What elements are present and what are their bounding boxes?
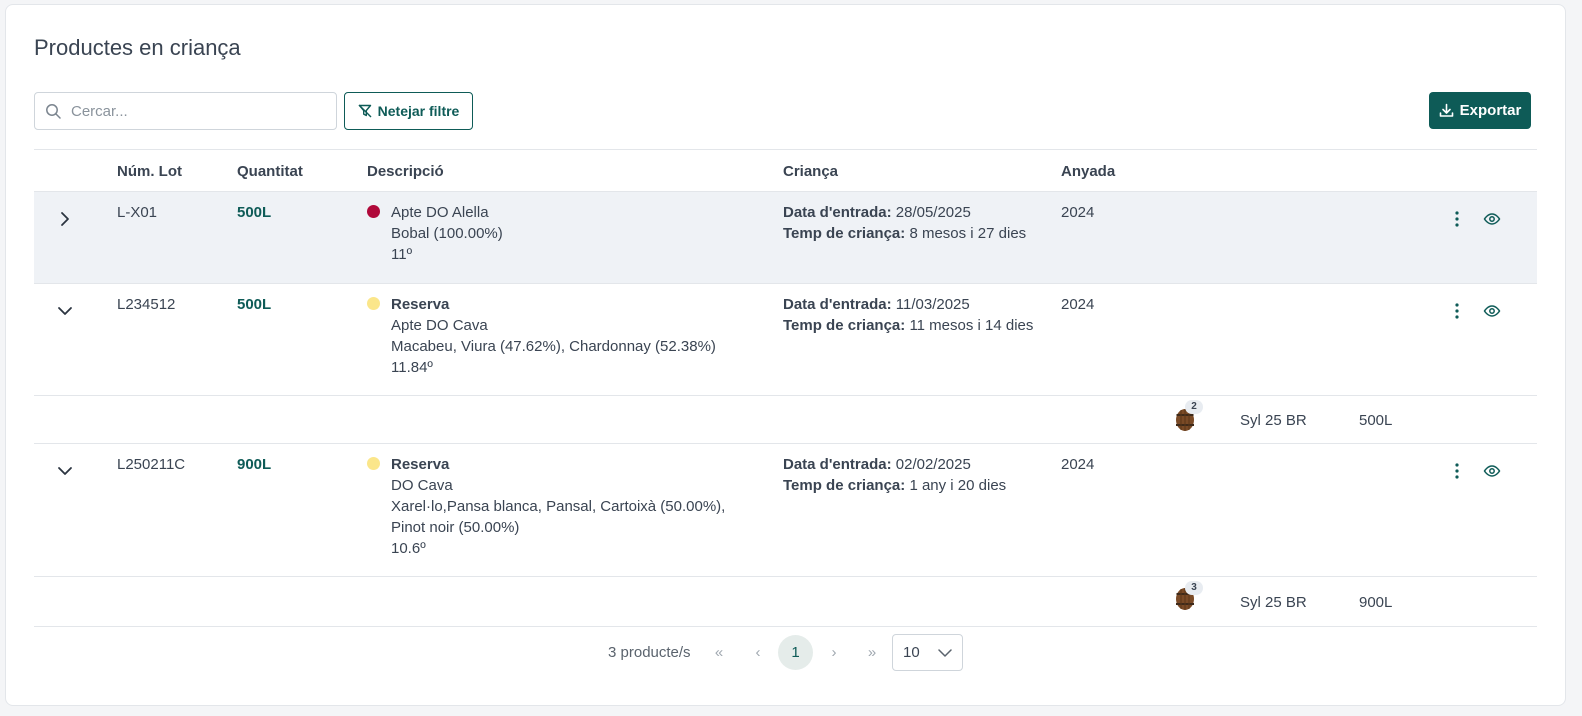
table-row[interactable]: L250211C 900L Reserva DO Cava Xarel·lo,P… bbox=[34, 444, 1537, 577]
lot-number: L-X01 bbox=[117, 204, 158, 221]
clear-filter-button[interactable]: Netejar filtre bbox=[344, 92, 473, 130]
status-dot bbox=[367, 205, 380, 218]
quantity: 500L bbox=[237, 204, 272, 221]
chevron-down-icon bbox=[938, 649, 952, 657]
description-title: Reserva bbox=[391, 296, 450, 313]
export-label: Exportar bbox=[1459, 102, 1522, 119]
next-page-button[interactable]: › bbox=[823, 641, 845, 663]
view-eye-icon[interactable] bbox=[1483, 302, 1501, 320]
vintage: 2024 bbox=[1061, 204, 1095, 221]
description-line: Apte DO Alella bbox=[391, 204, 489, 221]
aging-time-label: Temp de criança: bbox=[783, 317, 906, 334]
entry-date-value: 28/05/2025 bbox=[895, 204, 971, 221]
export-button[interactable]: Exportar bbox=[1429, 92, 1531, 129]
description-line: Macabeu, Viura (47.62%), Chardonnay (52.… bbox=[391, 338, 716, 355]
entry-date-value: 11/03/2025 bbox=[895, 296, 970, 313]
lot-number: L234512 bbox=[117, 296, 176, 313]
container-name: Syl 25 BR bbox=[1240, 412, 1307, 429]
container-row: 3 Syl 25 BR 900L bbox=[34, 577, 1537, 627]
products-card: Productes en criança Netejar filtre Expo… bbox=[5, 4, 1566, 706]
description: Reserva DO Cava Xarel·lo,Pansa blanca, P… bbox=[391, 454, 725, 559]
first-page-button[interactable]: « bbox=[708, 641, 730, 663]
description-title: Reserva bbox=[391, 456, 450, 473]
pagination: 3 producte/s « ‹ 1 › » 10 bbox=[34, 627, 1537, 677]
products-table: Núm. Lot Quantitat Descripció Criança An… bbox=[34, 149, 1537, 677]
description-line: 10.6º bbox=[391, 540, 426, 557]
page-title: Productes en criança bbox=[34, 35, 241, 60]
table-header: Núm. Lot Quantitat Descripció Criança An… bbox=[34, 149, 1537, 192]
chevron-down-icon[interactable] bbox=[56, 462, 74, 480]
container-amount: 500L bbox=[1359, 412, 1393, 429]
status-dot bbox=[367, 297, 380, 310]
table-row[interactable]: L234512 500L Reserva Apte DO Cava Macabe… bbox=[34, 284, 1537, 396]
entry-date-value: 02/02/2025 bbox=[895, 456, 971, 473]
view-eye-icon[interactable] bbox=[1483, 210, 1501, 228]
quantity: 500L bbox=[237, 296, 272, 313]
container-amount: 900L bbox=[1359, 594, 1393, 611]
vintage: 2024 bbox=[1061, 456, 1095, 473]
aging-info: Data d'entrada: 02/02/2025 Temp de crian… bbox=[783, 454, 1006, 496]
aging-time-label: Temp de criança: bbox=[783, 477, 906, 494]
result-count: 3 producte/s bbox=[608, 644, 691, 661]
aging-info: Data d'entrada: 28/05/2025 Temp de crian… bbox=[783, 202, 1026, 244]
description-line: DO Cava bbox=[391, 477, 453, 494]
header-vintage[interactable]: Anyada bbox=[1061, 163, 1115, 180]
container-name: Syl 25 BR bbox=[1240, 594, 1307, 611]
chevron-down-icon[interactable] bbox=[56, 302, 74, 320]
aging-time-label: Temp de criança: bbox=[783, 225, 906, 242]
lot-number: L250211C bbox=[117, 456, 186, 473]
header-description[interactable]: Descripció bbox=[367, 163, 444, 180]
aging-time-value: 11 mesos i 14 dies bbox=[909, 317, 1034, 334]
search-icon bbox=[46, 104, 61, 119]
filter-off-icon bbox=[358, 104, 372, 118]
view-eye-icon[interactable] bbox=[1483, 462, 1501, 480]
description-line: Bobal (100.00%) bbox=[391, 225, 503, 242]
entry-date-label: Data d'entrada: bbox=[783, 296, 892, 313]
current-page-button[interactable]: 1 bbox=[778, 635, 813, 670]
description-line: Xarel·lo,Pansa blanca, Pansal, Cartoixà … bbox=[391, 498, 726, 515]
more-options-icon[interactable] bbox=[1452, 210, 1462, 228]
header-aging[interactable]: Criança bbox=[783, 163, 838, 180]
quantity: 900L bbox=[237, 456, 272, 473]
search-input[interactable] bbox=[71, 102, 311, 120]
container-count-badge: 3 bbox=[1185, 581, 1203, 595]
description-line: Pinot noir (50.00%) bbox=[391, 519, 520, 536]
entry-date-label: Data d'entrada: bbox=[783, 204, 892, 221]
header-quantity[interactable]: Quantitat bbox=[237, 163, 303, 180]
aging-info: Data d'entrada: 11/03/2025 Temp de crian… bbox=[783, 294, 1033, 336]
status-dot bbox=[367, 457, 380, 470]
description: Apte DO Alella Bobal (100.00%) 11º bbox=[391, 202, 503, 265]
page-size-value: 10 bbox=[903, 644, 920, 661]
more-options-icon[interactable] bbox=[1452, 462, 1462, 480]
page-size-select[interactable]: 10 bbox=[892, 634, 963, 671]
entry-date-label: Data d'entrada: bbox=[783, 456, 892, 473]
download-icon bbox=[1439, 103, 1453, 117]
last-page-button[interactable]: » bbox=[861, 641, 883, 663]
table-row[interactable]: L-X01 500L Apte DO Alella Bobal (100.00%… bbox=[34, 192, 1537, 284]
description-line: 11.84º bbox=[391, 359, 433, 376]
description-line: 11º bbox=[391, 246, 413, 263]
container-count-badge: 2 bbox=[1185, 400, 1203, 414]
container-row: 2 Syl 25 BR 500L bbox=[34, 396, 1537, 444]
aging-time-value: 8 mesos i 27 dies bbox=[909, 225, 1027, 242]
chevron-right-icon[interactable] bbox=[56, 210, 74, 228]
prev-page-button[interactable]: ‹ bbox=[747, 641, 769, 663]
description: Reserva Apte DO Cava Macabeu, Viura (47.… bbox=[391, 294, 716, 378]
more-options-icon[interactable] bbox=[1452, 302, 1462, 320]
vintage: 2024 bbox=[1061, 296, 1095, 313]
clear-filter-label: Netejar filtre bbox=[377, 103, 460, 119]
aging-time-value: 1 any i 20 dies bbox=[909, 477, 1007, 494]
header-lot[interactable]: Núm. Lot bbox=[117, 163, 182, 180]
description-line: Apte DO Cava bbox=[391, 317, 488, 334]
search-box[interactable] bbox=[34, 92, 337, 130]
